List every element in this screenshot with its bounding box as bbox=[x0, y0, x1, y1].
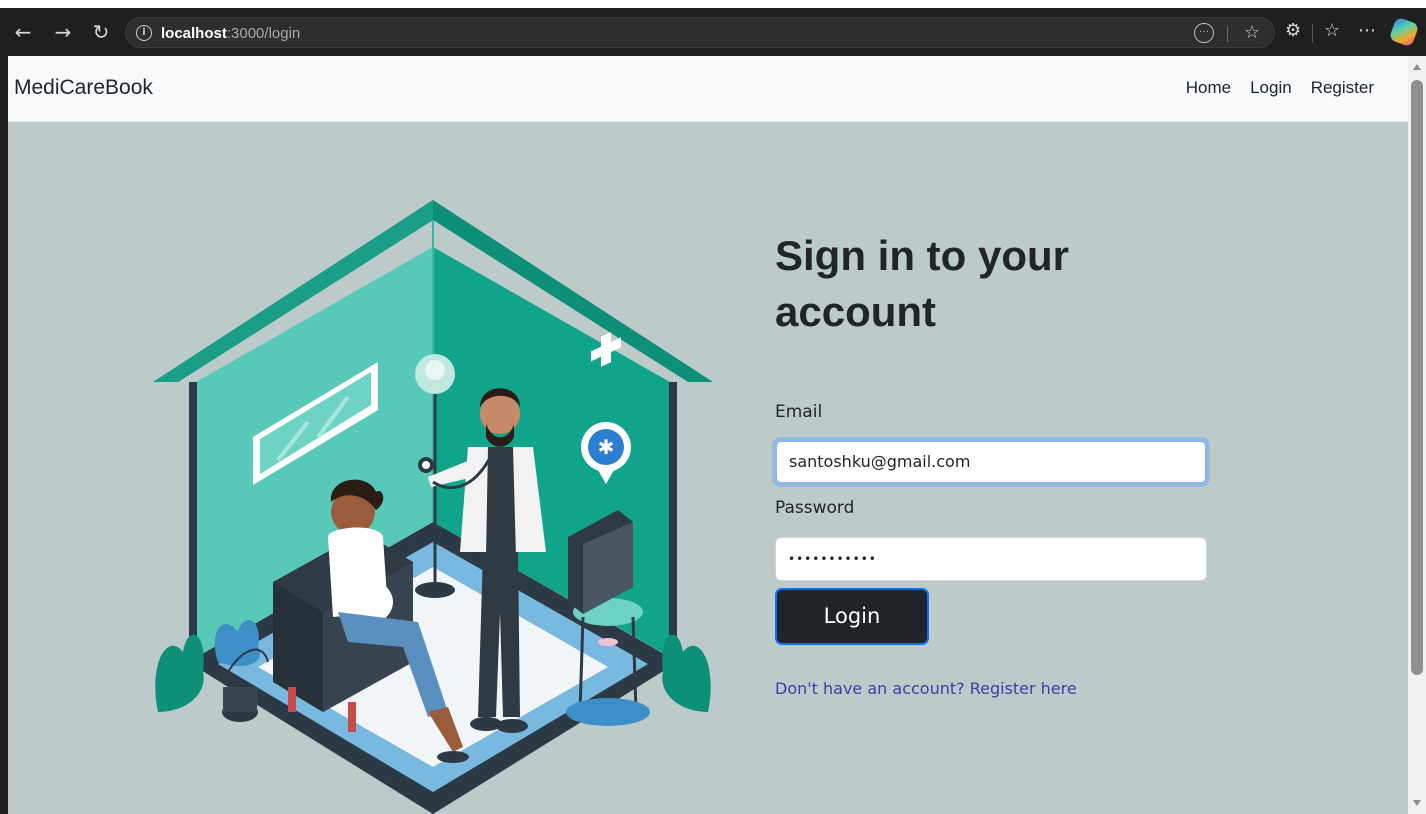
register-link[interactable]: Don't have an account? Register here bbox=[775, 679, 1077, 698]
nav-link-register[interactable]: Register bbox=[1311, 78, 1374, 98]
doctor-home-visit-illustration: ✱ bbox=[153, 200, 713, 814]
scroll-up-icon[interactable] bbox=[1413, 64, 1421, 70]
login-button[interactable]: Login bbox=[775, 588, 929, 645]
window-top-edge bbox=[0, 0, 1426, 8]
favorite-star-icon[interactable]: ☆ bbox=[1244, 22, 1260, 43]
toolbar-separator bbox=[1312, 24, 1313, 42]
more-menu-icon[interactable]: ⋯ bbox=[1358, 20, 1376, 41]
page-scrollbar[interactable] bbox=[1408, 56, 1426, 814]
brand-logo[interactable]: MediCareBook bbox=[14, 76, 153, 100]
password-field[interactable]: ••••••••••• bbox=[775, 537, 1207, 581]
svg-text:✱: ✱ bbox=[598, 435, 615, 459]
reload-icon[interactable]: ↻ bbox=[90, 21, 112, 43]
nav-link-login[interactable]: Login bbox=[1250, 78, 1292, 98]
browser-toolbar: ← → ↻ i localhost:3000/login ··· ☆ ⚙ ☆ ⋯ bbox=[0, 0, 1426, 56]
extensions-icon[interactable]: ⚙ bbox=[1285, 20, 1301, 41]
password-label: Password bbox=[775, 498, 855, 518]
address-bar[interactable]: i localhost:3000/login ··· ☆ bbox=[125, 17, 1275, 48]
copilot-icon[interactable] bbox=[1388, 16, 1420, 48]
page-title: Sign in to your account bbox=[775, 232, 1069, 335]
favorites-icon[interactable]: ☆ bbox=[1324, 20, 1340, 41]
forward-icon[interactable]: → bbox=[52, 21, 74, 43]
address-separator bbox=[1227, 26, 1228, 42]
page-viewport: MediCareBook Home Login Register ✱ Sign … bbox=[8, 56, 1408, 814]
site-info-icon[interactable]: i bbox=[136, 25, 152, 41]
email-field[interactable]: santoshku@gmail.com bbox=[775, 440, 1207, 484]
scroll-down-icon[interactable] bbox=[1413, 800, 1421, 806]
back-icon[interactable]: ← bbox=[12, 21, 34, 43]
scrollbar-thumb[interactable] bbox=[1411, 80, 1423, 675]
site-navbar: MediCareBook Home Login Register bbox=[8, 56, 1408, 122]
page-actions-icon[interactable]: ··· bbox=[1194, 23, 1214, 43]
email-label: Email bbox=[775, 402, 823, 422]
nav-link-home[interactable]: Home bbox=[1186, 78, 1231, 98]
url-text[interactable]: localhost:3000/login bbox=[161, 25, 300, 42]
nav-links: Home Login Register bbox=[1186, 78, 1374, 98]
